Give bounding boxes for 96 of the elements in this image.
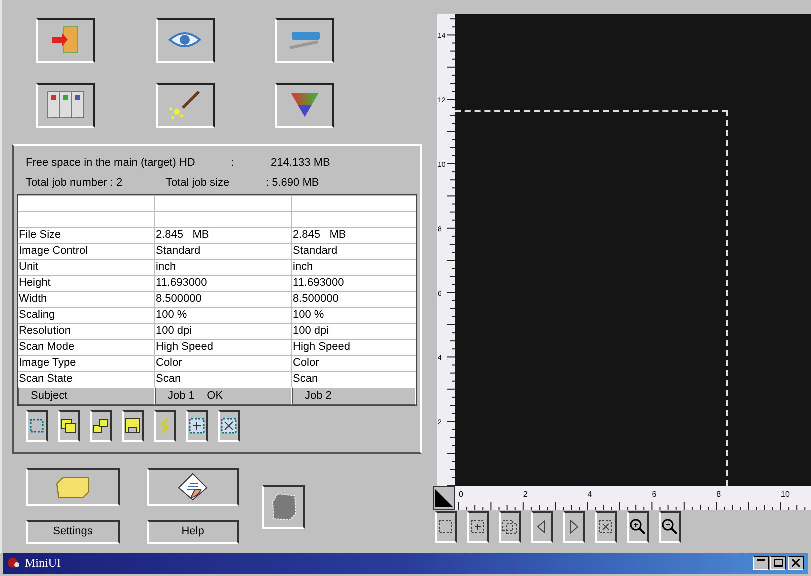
table-cell: Standard: [155, 244, 292, 259]
dashed-frame-icon: [28, 417, 46, 435]
table-cell: Width: [18, 292, 155, 307]
delete-frame-icon: [220, 417, 238, 435]
zoom-in-button[interactable]: [627, 511, 649, 543]
save-button[interactable]: [122, 410, 144, 442]
exit-door-button[interactable]: [36, 18, 95, 63]
table-cell: 100 dpi: [155, 324, 292, 339]
duplicate-button[interactable]: [90, 410, 112, 442]
floppy-icon: [124, 417, 142, 435]
column-header[interactable]: Job 2: [292, 387, 416, 405]
table-cell: High Speed: [155, 340, 292, 355]
next-button[interactable]: [563, 511, 585, 543]
scanner-button[interactable]: [275, 18, 334, 63]
table-cell: Scan State: [18, 372, 155, 387]
blob-icon: [270, 492, 298, 522]
minimize-button[interactable]: [753, 556, 769, 570]
add-frame-icon: [469, 518, 487, 536]
close-icon: [792, 560, 800, 568]
table-cell-text: 2.845 MB: [292, 228, 348, 243]
color-triangle-button[interactable]: [275, 83, 334, 128]
eye-icon: [168, 32, 202, 50]
table-cell: Resolution: [18, 324, 155, 339]
stacked-frames-icon: [501, 518, 519, 536]
table-cell-text: 100 %: [292, 308, 326, 323]
ruler-label: 10: [781, 490, 790, 499]
table-cell: Image Control: [18, 244, 155, 259]
app-icon: [7, 558, 21, 570]
tone-curve-button[interactable]: [36, 83, 95, 128]
job-size-label: Total job size: [166, 176, 231, 191]
separator-text: :: [231, 156, 236, 171]
zoom-in-icon: [629, 518, 647, 536]
duplicate-icon: [92, 417, 110, 435]
table-cell-text: Standard: [292, 244, 339, 259]
table-cell-text: High Speed: [292, 340, 352, 355]
free-space-value: 214.133 MB: [271, 156, 330, 171]
table-cell-text: Color: [292, 356, 320, 371]
help-icon-button[interactable]: [147, 468, 239, 506]
color-triangle-icon: [288, 92, 321, 120]
select-frame-button[interactable]: [435, 511, 457, 543]
help-button[interactable]: Help: [147, 520, 239, 544]
table-cell: File Size: [18, 228, 155, 243]
window-title: MiniUI: [25, 556, 61, 572]
zoom-out-icon: [661, 518, 679, 536]
table-cell: 2.845 MB: [155, 228, 292, 243]
delete-frame-icon: [597, 518, 615, 536]
table-cell: 11.693000: [155, 276, 292, 291]
table-cell: Image Type: [18, 356, 155, 371]
select-all-button[interactable]: [26, 410, 48, 442]
ruler-label: 8: [716, 490, 722, 499]
minimize-icon: [757, 560, 765, 562]
previous-button[interactable]: [531, 511, 553, 543]
maximize-button[interactable]: [770, 556, 786, 570]
tone-curve-icon: [46, 90, 86, 120]
table-cell-text: Scan: [292, 372, 320, 387]
ruler-label: 0: [459, 490, 464, 499]
magic-wand-button[interactable]: [156, 83, 215, 128]
table-cell: Unit: [18, 260, 155, 275]
delete-frame-button[interactable]: [218, 410, 240, 442]
table-cell-text: 100 dpi: [292, 324, 330, 339]
document-hand-icon: [177, 472, 209, 502]
delete-frame-button[interactable]: [595, 511, 617, 543]
copy-icon: [60, 417, 78, 435]
dashed-frame-icon: [437, 518, 455, 536]
zoom-out-button[interactable]: [659, 511, 681, 543]
ruler-label: 6: [652, 490, 657, 499]
add-frame-button[interactable]: [467, 511, 489, 543]
free-space-label: Free space in the main (target) HD: [26, 156, 196, 171]
separator-button[interactable]: [154, 410, 176, 442]
settings-button[interactable]: Settings: [26, 520, 120, 544]
table-cell-text: 8.500000: [292, 292, 340, 307]
table-cell: inch: [155, 260, 292, 275]
ruler-label: 4: [588, 490, 592, 499]
table-cell: Color: [155, 356, 292, 371]
stop-button[interactable]: [262, 485, 305, 529]
table-cell-text: inch: [292, 260, 314, 275]
table-cell: Scan Mode: [18, 340, 155, 355]
table-cell: Scaling: [18, 308, 155, 323]
table-cell-text: 11.693000: [292, 276, 346, 291]
column-header[interactable]: Subject: [18, 387, 155, 405]
table-cell: Scan: [155, 372, 292, 387]
maximize-icon: [774, 560, 782, 568]
multi-frame-button[interactable]: [499, 511, 521, 543]
preview-button[interactable]: [156, 18, 215, 63]
table-cell: 8.500000: [155, 292, 292, 307]
copy-button[interactable]: [58, 410, 80, 442]
add-frame-icon: [188, 417, 206, 435]
add-frame-button[interactable]: [186, 410, 208, 442]
settings-icon-button[interactable]: [26, 468, 120, 506]
job-size-value: : 5.690 MB: [266, 176, 320, 191]
close-button[interactable]: [788, 556, 804, 570]
table-cell: Height: [18, 276, 155, 291]
column-header[interactable]: Job 1 OK: [155, 387, 292, 405]
ruler-label: 2: [523, 490, 528, 499]
job-number-text: Total job number : 2: [26, 176, 124, 191]
table-cell: 100 %: [155, 308, 292, 323]
